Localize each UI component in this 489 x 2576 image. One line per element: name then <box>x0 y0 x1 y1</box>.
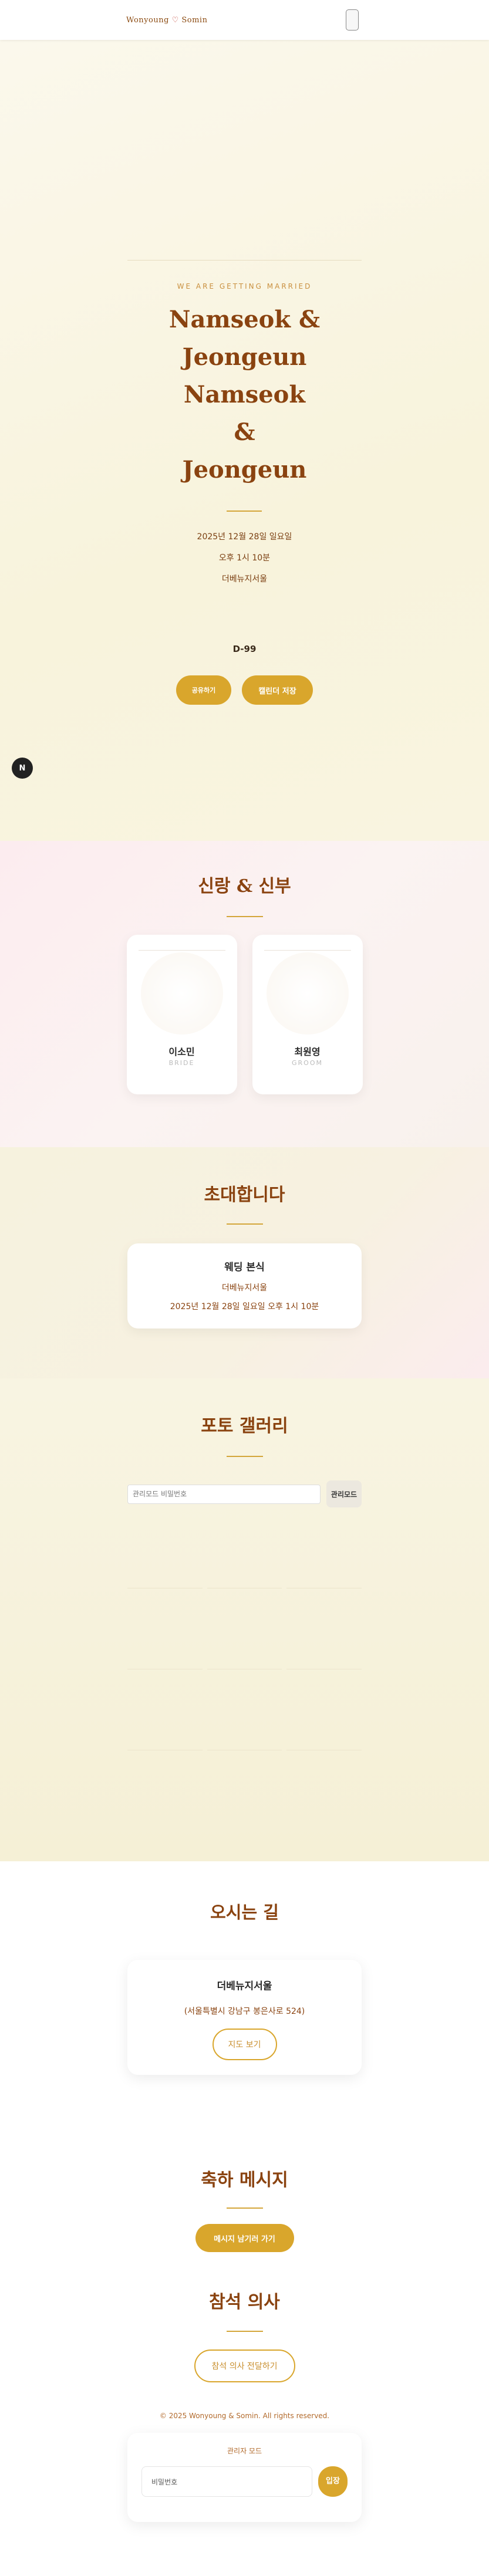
wedding-date: 2025년 12월 28일 일요일 <box>197 532 292 542</box>
name-line: Jeongeun <box>182 343 307 371</box>
groom-card: 최원영 GROOM <box>252 935 363 1094</box>
admin-login-row: 비밀번호 입장 <box>141 2466 348 2497</box>
location-venue: 더베뉴지서울 <box>217 1980 272 1992</box>
photo-slot[interactable] <box>127 1674 203 1750</box>
photo-slot[interactable] <box>207 1593 282 1669</box>
location-card: 더베뉴지서울 (서울특별시 강남구 봉은사로 524) 지도 보기 <box>127 1960 362 2075</box>
logo-name-right: Somin <box>181 15 208 25</box>
gallery-admin-row: 관리모드 <box>127 1480 362 1507</box>
photo-slot[interactable] <box>286 1593 362 1669</box>
section-title: 오시는 길 <box>210 1902 279 1922</box>
bride-name: 이소민 <box>168 1046 195 1057</box>
section-title: 축하 메시지 <box>201 2170 288 2190</box>
gallery-section: 포토 갤러리 관리모드 <box>0 1378 489 1861</box>
section-title: 초대합니다 <box>204 1185 285 1205</box>
admin-mode-button[interactable]: 관리모드 <box>326 1480 362 1507</box>
section-divider <box>226 1456 263 1457</box>
enter-button[interactable]: 입장 <box>318 2466 348 2497</box>
n-badge-icon[interactable]: N <box>12 758 33 779</box>
name-line: & <box>234 418 255 446</box>
hero-accent-line <box>227 511 262 512</box>
profile-cards: 이소민 BRIDE 최원영 GROOM <box>0 935 489 1094</box>
name-line: Namseok & <box>168 306 321 333</box>
site-logo[interactable]: Wonyoung ♡ Somin <box>126 16 207 25</box>
hero-divider <box>127 260 362 261</box>
couple-section: 신랑 & 신부 이소민 BRIDE 최원영 GROOM <box>0 841 489 1147</box>
ceremony-title: 웨딩 본식 <box>224 1262 265 1273</box>
admin-login-card: 관리자 모드 비밀번호 입장 <box>127 2433 362 2522</box>
photo-slot[interactable] <box>207 1512 282 1588</box>
invitation-section: 초대합니다 웨딩 본식 더베뉴지서울 2025년 12월 28일 일요일 오후 … <box>0 1147 489 1378</box>
ceremony-card: 웨딩 본식 더베뉴지서울 2025년 12월 28일 일요일 오후 1시 10분 <box>127 1243 362 1328</box>
section-divider <box>226 916 263 917</box>
bride-photo <box>140 952 223 1035</box>
share-button[interactable]: 공유하기 <box>176 675 231 705</box>
save-calendar-button[interactable]: 캘린더 저장 <box>242 675 313 705</box>
ceremony-datetime: 2025년 12월 28일 일요일 오후 1시 10분 <box>170 1302 319 1311</box>
wedding-venue: 더베뉴지서울 <box>221 574 268 584</box>
rsvp-button[interactable]: 참석 의사 전달하기 <box>194 2349 295 2382</box>
hero-section: WE ARE GETTING MARRIED Namseok & Jeongeu… <box>0 40 489 841</box>
bride-card: 이소민 BRIDE <box>126 935 237 1094</box>
section-title: 참석 의사 <box>209 2292 280 2313</box>
photo-slot[interactable] <box>127 1512 203 1588</box>
groom-role: GROOM <box>292 1059 323 1067</box>
admin-password-input[interactable] <box>127 1484 321 1504</box>
ceremony-venue: 더베뉴지서울 <box>221 1283 268 1293</box>
section-title: 포토 갤러리 <box>201 1416 288 1436</box>
top-navbar: Wonyoung ♡ Somin <box>0 0 489 40</box>
card-divider <box>138 950 225 951</box>
admin-title: 관리자 모드 <box>227 2447 262 2455</box>
groom-photo <box>266 952 349 1035</box>
hero-actions: 공유하기 캘린더 저장 <box>0 675 489 705</box>
dday-counter: D-99 <box>232 644 257 654</box>
photo-grid <box>127 1512 362 1750</box>
copyright-text: © 2025 Wonyoung & Somin. All rights rese… <box>159 2412 330 2420</box>
name-line: Jeongeun <box>182 456 307 484</box>
photo-slot[interactable] <box>286 1512 362 1588</box>
section-divider <box>226 2331 263 2332</box>
view-map-button[interactable]: 지도 보기 <box>212 2029 277 2060</box>
logo-name-left: Wonyoung <box>126 15 169 25</box>
directions-section: 오시는 길 더베뉴지서울 (서울특별시 강남구 봉은사로 524) 지도 보기 <box>0 1861 489 2125</box>
admin-password-field[interactable]: 비밀번호 <box>141 2466 312 2497</box>
groom-name: 최원영 <box>294 1046 321 1057</box>
section-divider <box>226 2207 263 2209</box>
messages-section: 축하 메시지 메시지 남기러 가기 <box>0 2125 489 2284</box>
hero-tagline: WE ARE GETTING MARRIED <box>177 282 312 290</box>
card-divider <box>264 950 351 951</box>
photo-slot[interactable] <box>286 1674 362 1750</box>
photo-slot[interactable] <box>207 1674 282 1750</box>
couple-names: Namseok & Jeongeun Namseok & Jeongeun <box>0 301 489 489</box>
wedding-time: 오후 1시 10분 <box>218 553 271 563</box>
section-divider <box>226 1223 263 1225</box>
rsvp-section: 참석 의사 참석 의사 전달하기 © 2025 Wonyoung & Somin… <box>0 2284 489 2522</box>
photo-slot[interactable] <box>127 1593 203 1669</box>
section-title: 신랑 & 신부 <box>198 876 291 897</box>
menu-button[interactable] <box>346 9 359 31</box>
leave-message-button[interactable]: 메시지 남기러 가기 <box>195 2224 294 2252</box>
name-line: Namseok <box>183 381 306 408</box>
location-address: (서울특별시 강남구 봉은사로 524) <box>184 2007 305 2016</box>
heart-icon: ♡ <box>171 15 179 25</box>
bride-role: BRIDE <box>168 1059 195 1067</box>
